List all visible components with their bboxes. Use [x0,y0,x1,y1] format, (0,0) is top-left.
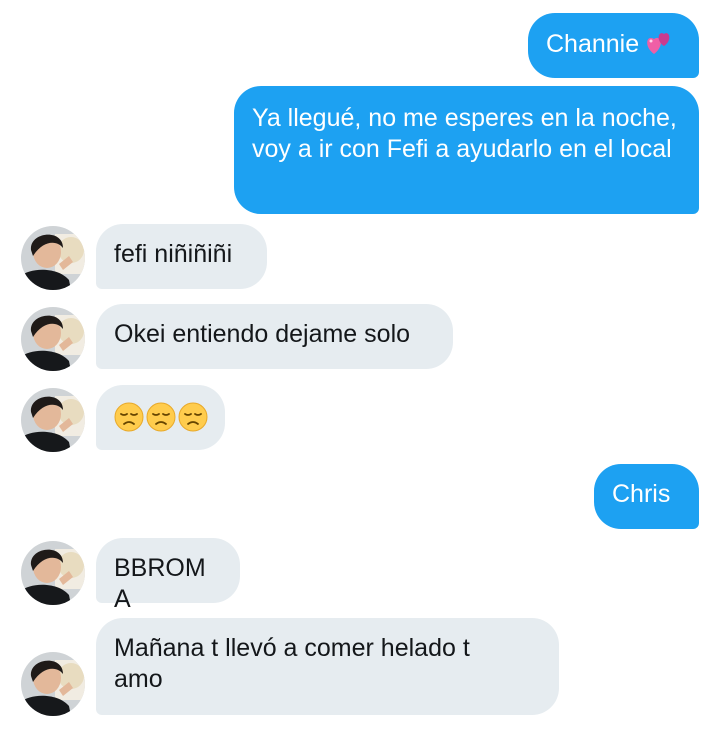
incoming-message[interactable]: BBROMA [96,538,240,613]
outgoing-message[interactable]: Ya llegué, no me esperes en la noche, vo… [234,86,699,214]
two-hearts-icon [645,28,675,64]
disappointed-face-icon [178,402,208,432]
message-text: Mañana t llevó a comer helado t amo [114,634,470,693]
contact-avatar[interactable] [21,226,85,290]
incoming-message[interactable]: Mañana t llevó a comer helado t amo [96,618,559,715]
contact-avatar[interactable] [21,541,85,605]
incoming-message[interactable] [96,385,225,450]
message-text: Ya llegué, no me esperes en la noche, vo… [252,104,677,163]
message-text: Channie [546,30,640,58]
contact-avatar[interactable] [21,307,85,371]
outgoing-message[interactable]: Chris [594,464,699,529]
message-text: fefi niñiñiñi [114,240,233,268]
incoming-message[interactable]: Okei entiendo dejame solo [96,304,453,369]
contact-avatar[interactable] [21,652,85,716]
outgoing-message[interactable]: Channie [528,13,699,78]
contact-avatar[interactable] [21,388,85,452]
disappointed-face-icon [114,402,144,432]
message-text: Okei entiendo dejame solo [114,320,411,348]
message-text: Chris [612,480,671,508]
disappointed-face-icon [146,402,176,432]
message-text: BBROMA [114,554,206,613]
incoming-message[interactable]: fefi niñiñiñi [96,224,267,289]
